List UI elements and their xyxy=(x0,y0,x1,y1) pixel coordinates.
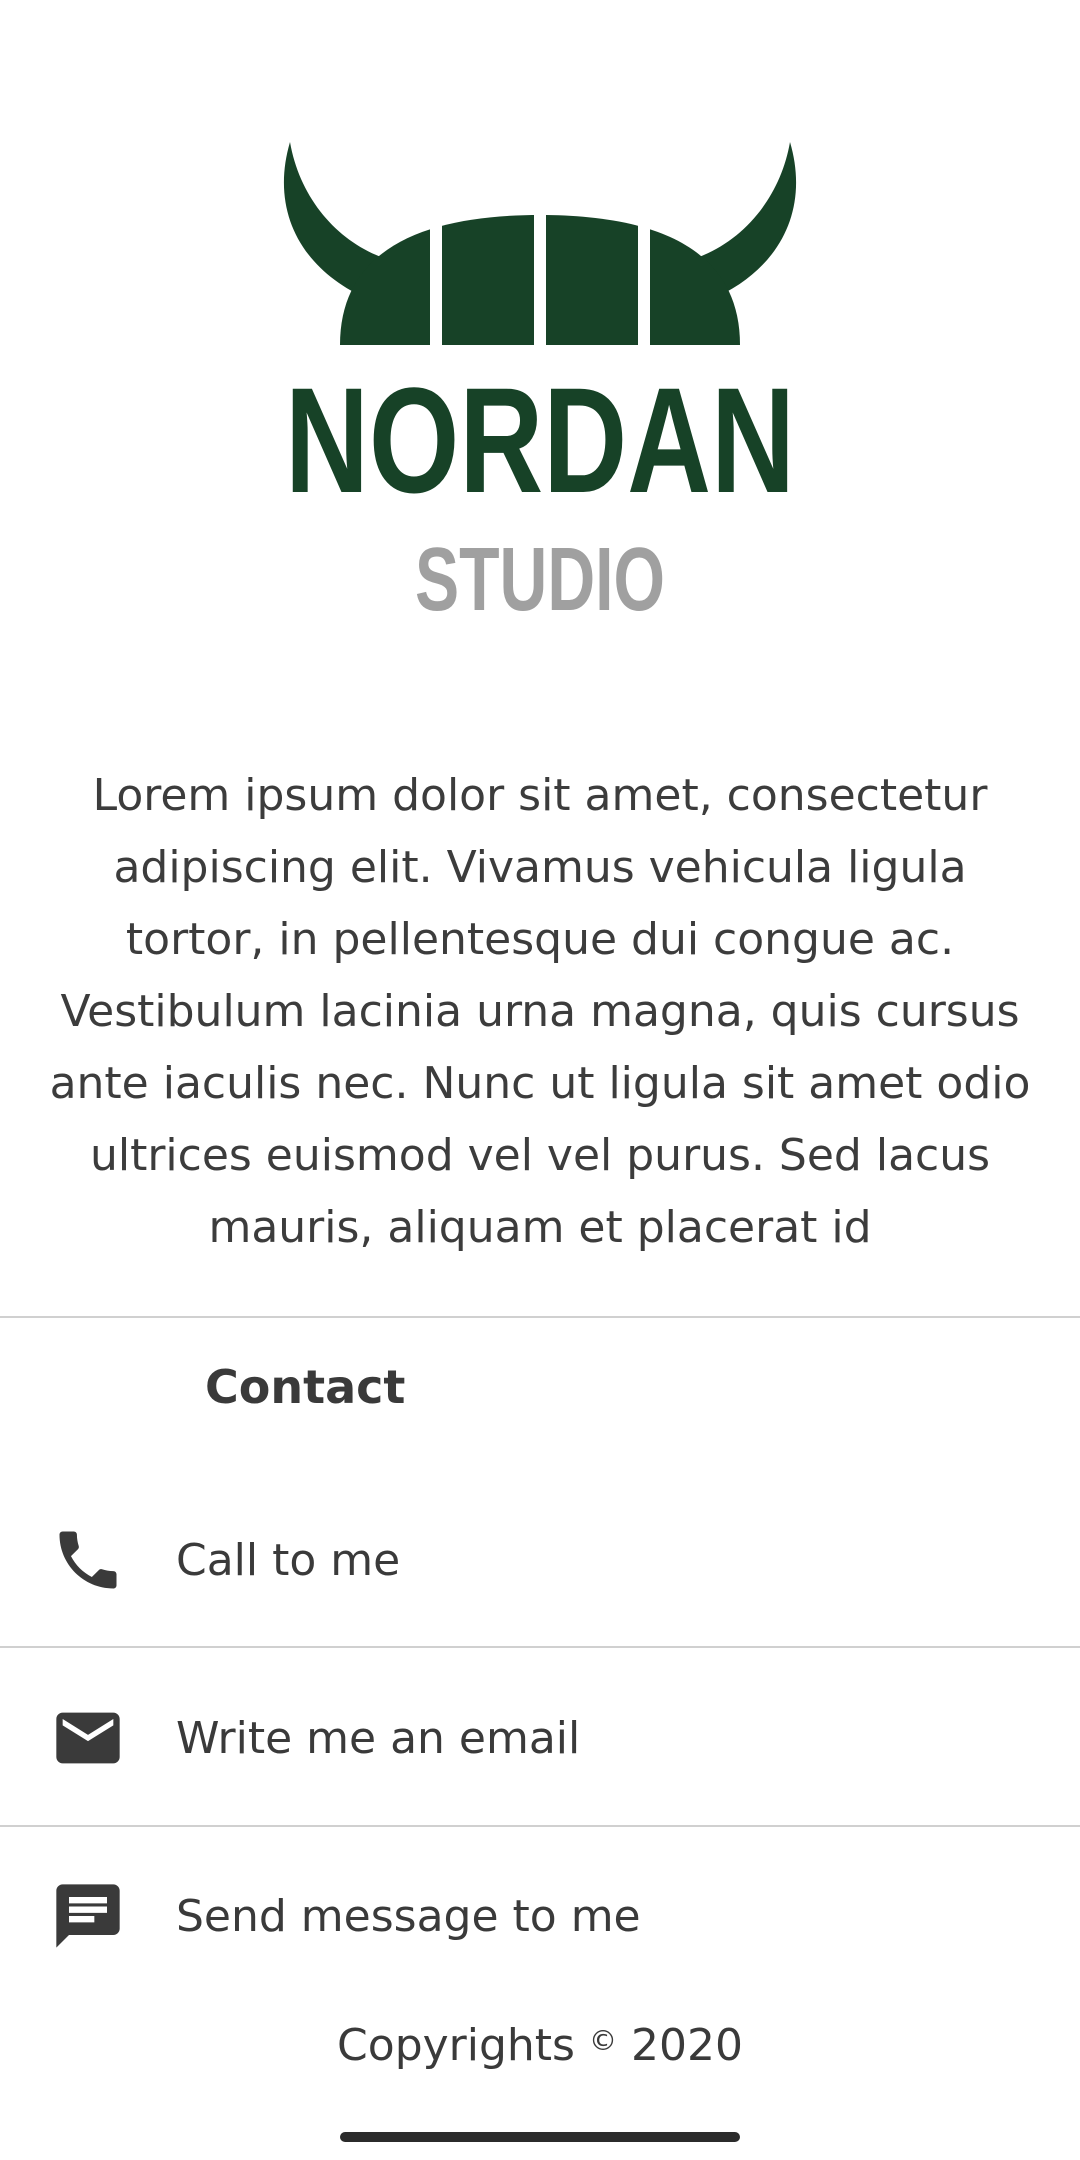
home-indicator[interactable] xyxy=(340,2132,740,2142)
logo-name-text: NORDAN xyxy=(285,356,795,524)
divider xyxy=(0,1646,1080,1648)
copyright-symbol: © xyxy=(588,2024,617,2057)
footer-text: Copyrights xyxy=(337,2020,575,2071)
nordan-studio-logo: NORDAN STUDIO xyxy=(270,130,810,630)
footer-year: 2020 xyxy=(630,2020,743,2071)
copyright-footer: Copyrights © 2020 xyxy=(0,2020,1080,2071)
contact-item-message[interactable]: Send message to me xyxy=(0,1856,1080,1976)
message-icon xyxy=(50,1878,126,1954)
contact-item-label: Call to me xyxy=(176,1534,401,1586)
phone-icon xyxy=(50,1522,126,1598)
divider xyxy=(0,1825,1080,1827)
contact-item-label: Send message to me xyxy=(176,1890,641,1942)
logo-subtitle-text: STUDIO xyxy=(415,530,665,630)
description-text: Lorem ipsum dolor sit amet, consectetur … xyxy=(49,770,1031,1253)
contact-item-email[interactable]: Write me an email xyxy=(0,1678,1080,1798)
contact-heading: Contact xyxy=(205,1360,406,1414)
contact-item-label: Write me an email xyxy=(176,1712,581,1764)
divider xyxy=(0,1316,1080,1318)
email-icon xyxy=(50,1700,126,1776)
contact-item-call[interactable]: Call to me xyxy=(0,1500,1080,1620)
